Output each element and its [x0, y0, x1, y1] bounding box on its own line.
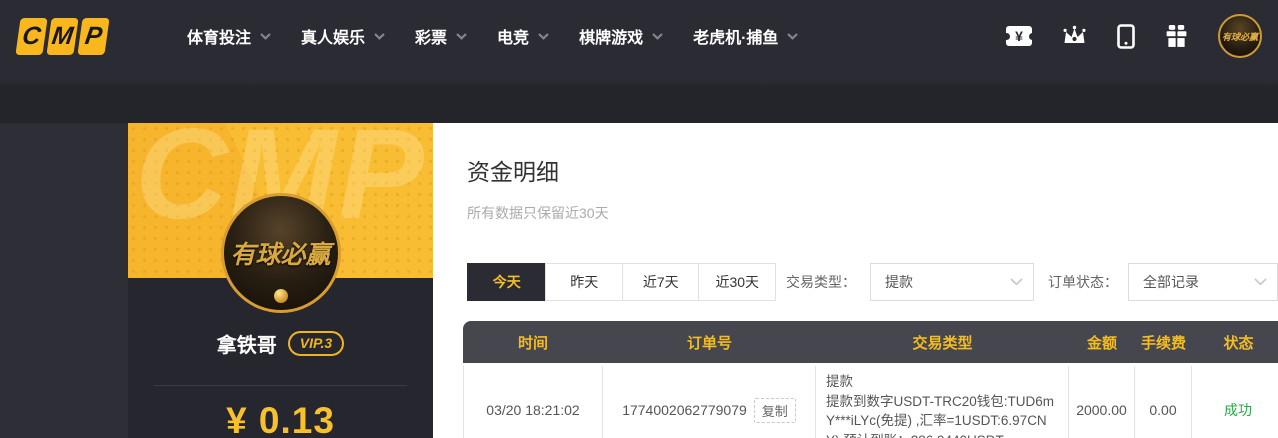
main-navigation: 体育投注 真人娱乐 彩票 电竞 棋牌游戏 老虎机·捕鱼 [187, 24, 799, 48]
column-header-order-no: 订单号 [686, 334, 732, 352]
transaction-type-detail: 提款到数字USDT-TRC20钱包:TUD6mY***iLYc(免提) ,汇率=… [826, 393, 1055, 438]
nav-item-esports[interactable]: 电竞 [497, 24, 549, 48]
chevron-down-icon [374, 32, 385, 40]
column-header-amount: 金额 [1086, 334, 1117, 352]
top-navbar: C M P 体育投注 真人娱乐 彩票 电竞 棋牌游戏 老虎机·捕鱼 ¥ 有球必赢 [0, 0, 1278, 72]
order-status-label: 订单状态： [1048, 274, 1118, 290]
vip-level-badge: VIP.3 [287, 331, 345, 356]
cell-status: 成功 [1192, 366, 1278, 438]
chevron-down-icon [1010, 278, 1023, 286]
order-status-select[interactable]: 全部记录 [1128, 263, 1278, 301]
chevron-down-icon [260, 32, 271, 40]
cell-time: 03/20 18:21:02 [463, 366, 603, 438]
filter-bar: 今天 昨天 近7天 近30天 交易类型： 提款 订单状态： 全部记录 [467, 263, 1278, 301]
chevron-down-icon [456, 32, 467, 40]
logo-letter: C [20, 21, 43, 50]
tab-last-30-days[interactable]: 近30天 [698, 263, 776, 301]
order-status-value: 全部记录 [1143, 274, 1199, 290]
tab-yesterday[interactable]: 昨天 [545, 263, 623, 301]
voucher-icon[interactable]: ¥ [1002, 26, 1036, 46]
user-avatar[interactable]: 有球必赢 [1218, 14, 1262, 58]
nav-item-label: 体育投注 [187, 30, 252, 47]
chevron-down-icon [538, 32, 549, 40]
gift-icon[interactable] [1164, 24, 1189, 49]
header-sub-band [0, 72, 1278, 123]
page-subtitle: 所有数据只保留近30天 [467, 205, 609, 221]
sidebar-divider [154, 385, 407, 386]
profile-avatar: 有球必赢 [220, 193, 341, 313]
navbar-action-icons: ¥ 有球必赢 [1002, 14, 1262, 58]
column-header-fee: 手续费 [1140, 334, 1186, 352]
page-body: CMP 有球必赢 拿铁哥 VIP.3 ¥ 0.13 资金明细 所有数据只保留近3… [0, 123, 1278, 438]
logo-letter-box: C [15, 17, 48, 55]
status-badge: 成功 [1224, 402, 1252, 418]
username: 拿铁哥 [216, 335, 277, 357]
order-number: 1774002062779079 [622, 402, 747, 418]
nav-item-sports[interactable]: 体育投注 [187, 24, 271, 48]
cell-fee: 0.00 [1135, 366, 1192, 438]
profile-sidebar: CMP 有球必赢 拿铁哥 VIP.3 ¥ 0.13 [128, 123, 433, 438]
table-header-row: 时间 订单号 交易类型 金额 手续费 状态 [463, 321, 1278, 363]
chevron-down-icon [1254, 278, 1267, 286]
column-header-time: 时间 [517, 334, 548, 352]
main-content: 资金明细 所有数据只保留近30天 今天 昨天 近7天 近30天 交易类型： 提款… [433, 123, 1278, 438]
mobile-icon[interactable] [1117, 23, 1135, 49]
cell-transaction-type: 提款 提款到数字USDT-TRC20钱包:TUD6mY***iLYc(免提) ,… [816, 366, 1069, 438]
cell-amount: 2000.00 [1069, 366, 1135, 438]
crown-icon[interactable] [1061, 25, 1088, 47]
logo-letter: P [83, 21, 104, 50]
funds-table: 时间 订单号 交易类型 金额 手续费 状态 03/20 18:21:02 177… [463, 321, 1278, 438]
cell-order-no: 1774002062779079 复制 [603, 366, 816, 438]
account-balance: ¥ 0.13 [226, 400, 335, 438]
transaction-type-value: 提款 [885, 274, 913, 290]
chevron-down-icon [652, 32, 663, 40]
app-window: C M P 体育投注 真人娱乐 彩票 电竞 棋牌游戏 老虎机·捕鱼 ¥ 有球必赢… [0, 0, 1278, 438]
logo-letter-box: M [46, 17, 79, 55]
tab-today[interactable]: 今天 [467, 263, 547, 301]
column-header-status: 状态 [1223, 334, 1254, 352]
logo-letter: M [50, 21, 75, 50]
transaction-type-label: 交易类型： [786, 274, 856, 290]
copy-button[interactable]: 复制 [753, 397, 796, 423]
voucher-icon-glyph: ¥ [1002, 26, 1036, 46]
nav-item-live-casino[interactable]: 真人娱乐 [301, 24, 385, 48]
avatar-text: 有球必赢 [230, 241, 331, 269]
logo-letter-box: P [77, 17, 110, 55]
nav-item-lottery[interactable]: 彩票 [415, 24, 467, 48]
column-header-type: 交易类型 [912, 334, 973, 352]
nav-item-label: 电竞 [497, 30, 530, 47]
nav-item-label: 棋牌游戏 [579, 30, 644, 47]
nav-item-label: 彩票 [415, 30, 448, 47]
nav-item-label: 老虎机·捕鱼 [693, 30, 779, 47]
transaction-type-select[interactable]: 提款 [870, 263, 1034, 301]
avatar-text: 有球必赢 [1221, 31, 1258, 42]
transaction-type-title: 提款 [826, 374, 853, 389]
table-row: 03/20 18:21:02 1774002062779079 复制 提款 提款… [463, 366, 1278, 438]
tab-last-7-days[interactable]: 近7天 [621, 263, 700, 301]
nav-item-board-games[interactable]: 棋牌游戏 [579, 24, 663, 48]
left-gutter [0, 123, 128, 438]
brand-logo[interactable]: C M P [15, 17, 110, 55]
chevron-down-icon [787, 32, 799, 40]
page-title: 资金明细 [467, 159, 559, 185]
nav-item-label: 真人娱乐 [301, 30, 366, 47]
user-identity-row: 拿铁哥 VIP.3 [128, 329, 433, 358]
nav-item-slots-fishing[interactable]: 老虎机·捕鱼 [693, 24, 799, 48]
